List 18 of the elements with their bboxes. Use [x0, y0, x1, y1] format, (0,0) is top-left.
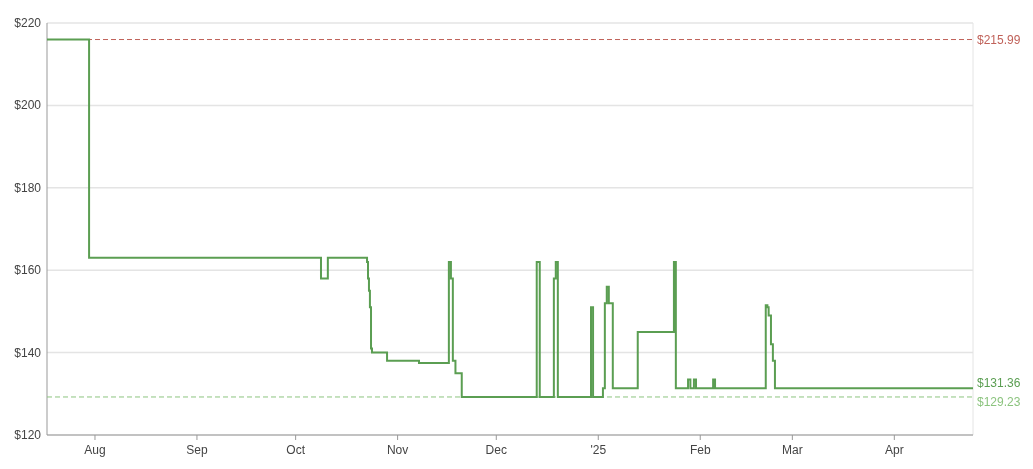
axis-tick-label: Dec	[485, 443, 507, 457]
price-label: $215.99	[977, 32, 1021, 47]
axis-tick-label: $140	[14, 345, 41, 360]
axis-tick-label: $200	[14, 98, 41, 113]
axis-tick-label: $120	[14, 428, 41, 442]
axis-tick-label: Feb	[689, 443, 711, 457]
axis-tick-label: Mar	[782, 443, 803, 457]
axis-tick-label: Sep	[186, 443, 208, 457]
axis-tick-label: Nov	[386, 443, 409, 457]
axis-tick-label: $160	[14, 263, 41, 278]
axis-tick-label: $220	[14, 16, 41, 30]
price-label: $131.36	[977, 376, 1021, 391]
axis-tick-label: Aug	[84, 443, 106, 457]
axis-tick-label: $180	[14, 180, 41, 195]
price-label: $129.23	[977, 394, 1021, 409]
axis-tick-label: Oct	[286, 443, 305, 457]
axis-tick-label: Apr	[885, 443, 904, 457]
axis-tick-label: '25	[590, 443, 607, 457]
